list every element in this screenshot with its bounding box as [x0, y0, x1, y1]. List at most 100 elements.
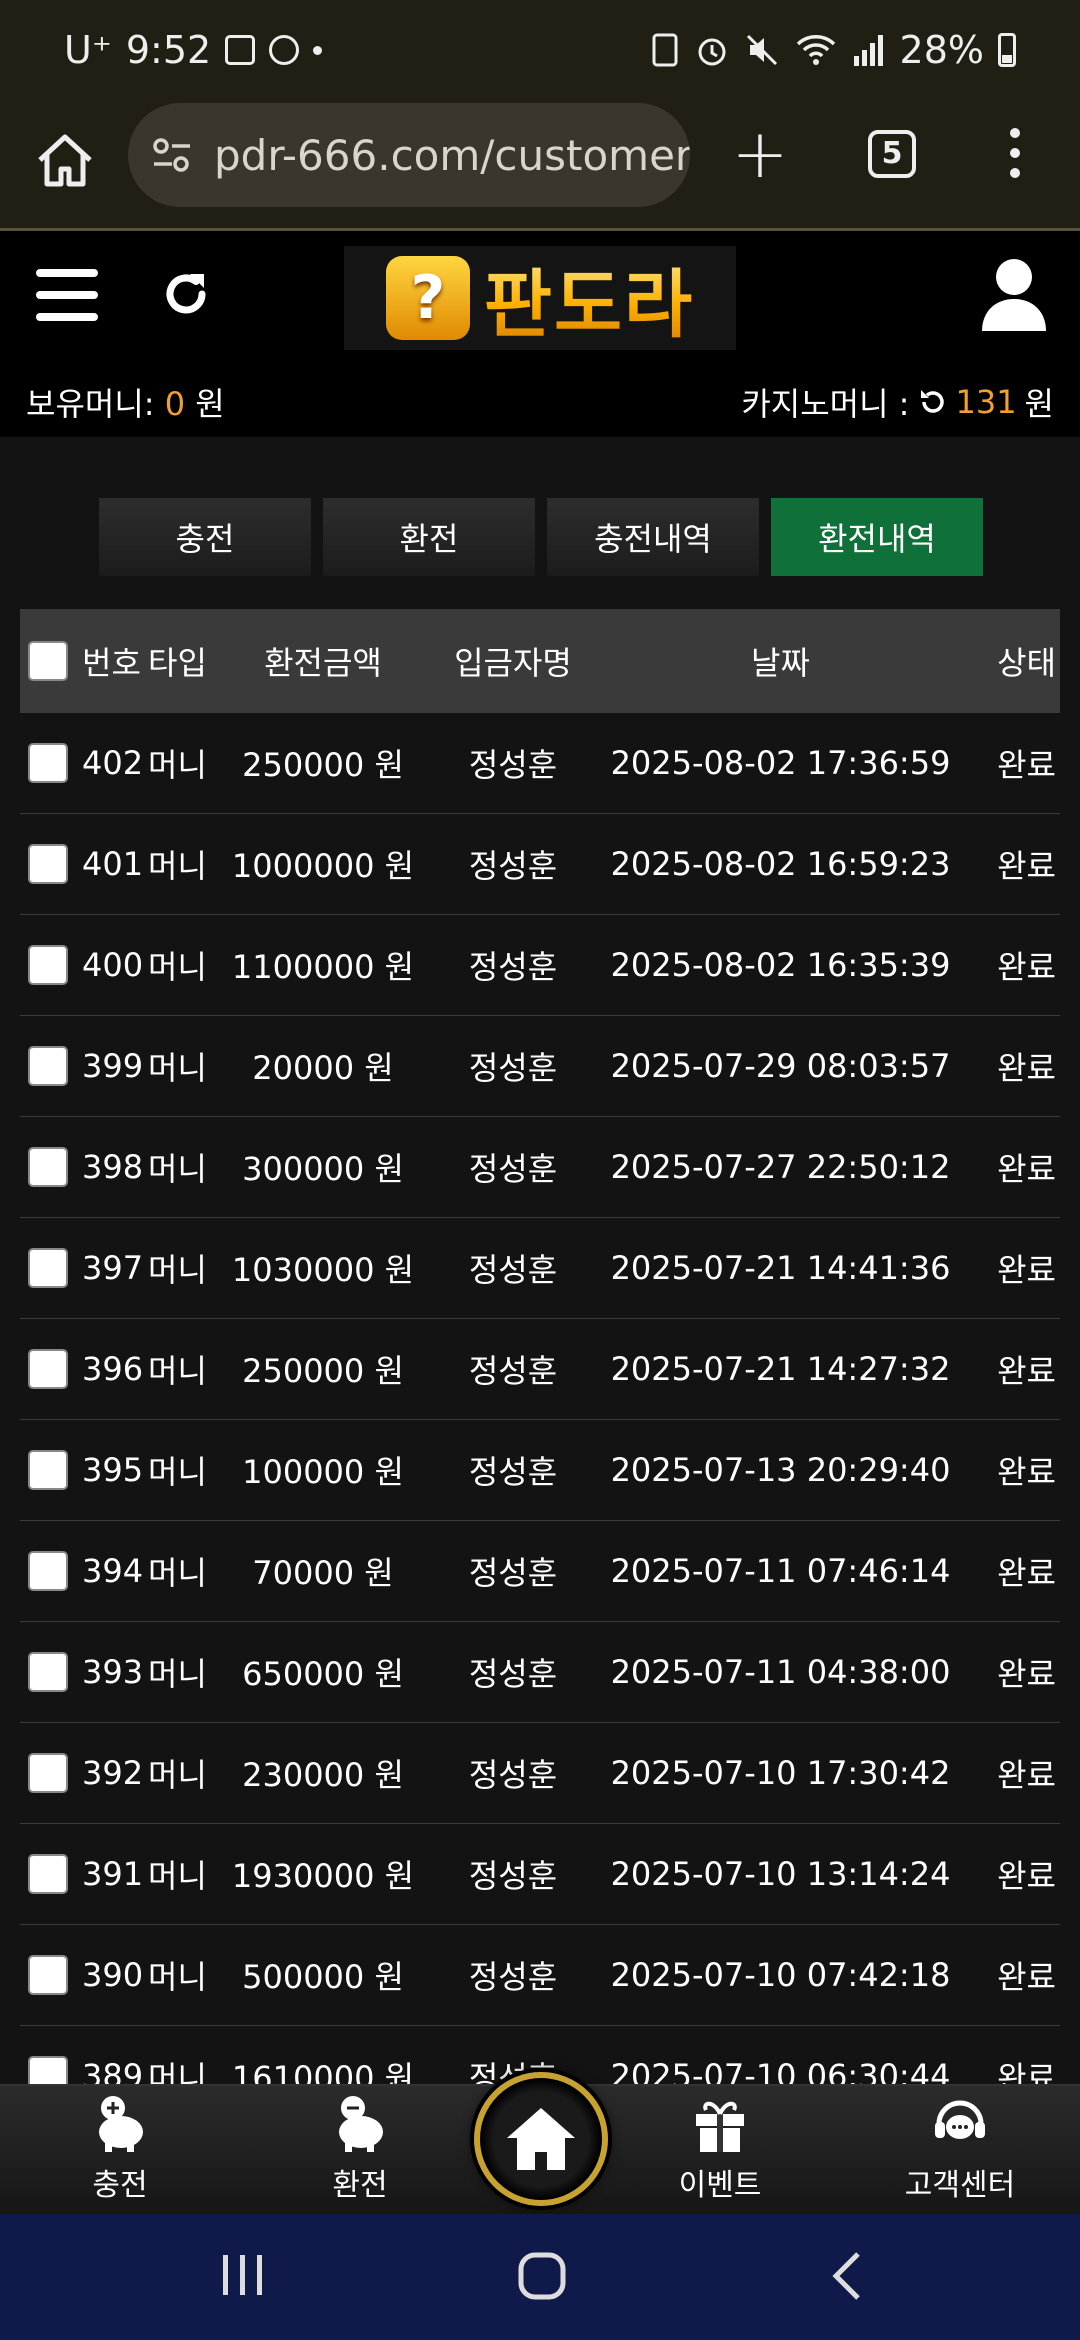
row-checkbox[interactable]	[28, 844, 68, 884]
row-status: 완료	[997, 847, 1056, 885]
row-date: 2025-07-11 07:46:14	[610, 1552, 951, 1590]
site-logo[interactable]: ? 판도라	[344, 246, 736, 350]
table-row[interactable]: 395 머니 100000 원 정성훈 2025-07-13 20:29:40 완료	[20, 1420, 1060, 1521]
row-no: 391	[82, 1855, 144, 1893]
table-row[interactable]: 391 머니 1930000 원 정성훈 2025-07-10 13:14:24 완료	[20, 1824, 1060, 1925]
table-header: 번호 타입 환전금액 입금자명 날짜 상태	[20, 609, 1060, 713]
wifi-icon	[796, 35, 835, 65]
row-no: 393	[82, 1653, 144, 1691]
tab-switcher-button[interactable]: 5	[868, 130, 916, 178]
user-icon[interactable]	[978, 255, 1050, 335]
row-depositor: 정성훈	[468, 1453, 558, 1491]
row-checkbox[interactable]	[28, 2056, 68, 2084]
row-status: 완료	[997, 1352, 1056, 1390]
carrier-label: U⁺	[64, 28, 112, 72]
row-amount: 300000 원	[242, 1150, 404, 1188]
bottom-nav-charge[interactable]: 충전	[60, 2086, 180, 2216]
signal-icon	[853, 35, 883, 66]
bottom-nav-support[interactable]: 고객센터	[900, 2086, 1020, 2216]
row-checkbox[interactable]	[28, 1753, 68, 1793]
browser-menu-icon[interactable]	[1000, 128, 1030, 184]
row-checkbox[interactable]	[28, 1450, 68, 1490]
row-type: 머니	[148, 2059, 207, 2084]
row-checkbox[interactable]	[28, 1955, 68, 1995]
row-checkbox[interactable]	[28, 1248, 68, 1288]
bottom-nav-exchange-label: 환전	[332, 2168, 388, 2203]
table-row[interactable]: 392 머니 230000 원 정성훈 2025-07-10 17:30:42 완료	[20, 1723, 1060, 1824]
bottom-nav-exchange[interactable]: 환전	[300, 2086, 420, 2216]
site-header: ? 판도라	[0, 231, 1080, 371]
row-no: 397	[82, 1249, 144, 1287]
row-depositor: 정성훈	[468, 1655, 558, 1693]
row-checkbox[interactable]	[28, 1854, 68, 1894]
tab-exchange[interactable]: 환전	[323, 498, 535, 576]
recent-apps-icon[interactable]	[218, 2250, 268, 2300]
gift-icon	[696, 2101, 744, 2152]
row-date: 2025-07-10 13:14:24	[610, 1855, 951, 1893]
row-type: 머니	[148, 1453, 207, 1491]
casino-refresh-icon[interactable]	[917, 387, 947, 417]
table-row[interactable]: 393 머니 650000 원 정성훈 2025-07-11 04:38:00 완료	[20, 1622, 1060, 1723]
holding-money-label: 보유머니:	[26, 385, 155, 423]
select-all-checkbox[interactable]	[28, 641, 68, 681]
refresh-icon[interactable]	[156, 264, 216, 324]
row-checkbox[interactable]	[28, 1551, 68, 1591]
bottom-nav-charge-label: 충전	[92, 2168, 148, 2203]
row-date: 2025-07-27 22:50:12	[610, 1148, 951, 1186]
row-amount: 230000 원	[242, 1756, 404, 1794]
row-no: 395	[82, 1451, 144, 1489]
row-date: 2025-07-10 17:30:42	[610, 1754, 951, 1792]
address-bar[interactable]: pdr-666.com/customer/	[128, 103, 690, 207]
row-status: 완료	[997, 1756, 1056, 1794]
charge-piggy-icon	[99, 2096, 143, 2152]
table-row[interactable]: 396 머니 250000 원 정성훈 2025-07-21 14:27:32 완료	[20, 1319, 1060, 1420]
table-row[interactable]: 390 머니 500000 원 정성훈 2025-07-10 07:42:18 완료	[20, 1925, 1060, 2026]
row-date: 2025-08-02 16:59:23	[610, 845, 951, 883]
row-checkbox[interactable]	[28, 1046, 68, 1086]
site-settings-icon[interactable]	[150, 133, 194, 177]
row-checkbox[interactable]	[28, 1147, 68, 1187]
row-depositor: 정성훈	[468, 1251, 558, 1289]
header-depositor: 입금자명	[454, 644, 572, 682]
casino-money-unit: 원	[1024, 385, 1054, 423]
system-home-icon[interactable]	[516, 2250, 568, 2302]
row-checkbox[interactable]	[28, 1652, 68, 1692]
menu-icon[interactable]	[36, 269, 98, 321]
row-date: 2025-07-21 14:27:32	[610, 1350, 951, 1388]
back-icon[interactable]	[826, 2250, 866, 2302]
table-row[interactable]: 400 머니 1100000 원 정성훈 2025-08-02 16:35:39 완료	[20, 915, 1060, 1016]
bottom-nav-event[interactable]: 이벤트	[660, 2086, 780, 2216]
header-status: 상태	[997, 644, 1056, 682]
browser-home-icon[interactable]	[30, 126, 100, 196]
home-icon	[507, 2108, 575, 2170]
row-amount: 1000000 원	[231, 847, 415, 885]
tab-charge[interactable]: 충전	[99, 498, 311, 576]
support-headset-icon	[935, 2100, 985, 2139]
row-checkbox[interactable]	[28, 1349, 68, 1389]
row-no: 390	[82, 1956, 144, 1994]
row-checkbox[interactable]	[28, 743, 68, 783]
table-row[interactable]: 398 머니 300000 원 정성훈 2025-07-27 22:50:12 완료	[20, 1117, 1060, 1218]
casino-money-value: 131	[955, 383, 1017, 421]
row-amount: 650000 원	[242, 1655, 404, 1693]
row-checkbox[interactable]	[28, 945, 68, 985]
row-no: 396	[82, 1350, 144, 1388]
table-row[interactable]: 401 머니 1000000 원 정성훈 2025-08-02 16:59:23 완료	[20, 814, 1060, 915]
row-type: 머니	[148, 1352, 207, 1390]
row-depositor: 정성훈	[468, 847, 558, 885]
row-depositor: 정성훈	[468, 1150, 558, 1188]
system-nav-bar	[0, 2214, 1080, 2340]
url-text: pdr-666.com/customer/	[214, 130, 690, 180]
row-type: 머니	[148, 1655, 207, 1693]
table-row[interactable]: 397 머니 1030000 원 정성훈 2025-07-21 14:41:36 완료	[20, 1218, 1060, 1319]
new-tab-button[interactable]: +	[730, 120, 790, 190]
casino-money: 카지노머니 : 131 원	[741, 379, 1054, 425]
tab-charge-history[interactable]: 충전내역	[547, 498, 759, 576]
table-row[interactable]: 399 머니 20000 원 정성훈 2025-07-29 08:03:57 완료	[20, 1016, 1060, 1117]
row-status: 완료	[997, 1655, 1056, 1693]
table-row[interactable]: 394 머니 70000 원 정성훈 2025-07-11 07:46:14 완료	[20, 1521, 1060, 1622]
row-depositor: 정성훈	[468, 1554, 558, 1592]
table-row[interactable]: 402 머니 250000 원 정성훈 2025-08-02 17:36:59 완료	[20, 713, 1060, 814]
bottom-nav-home-button[interactable]	[474, 2072, 608, 2206]
tab-exchange-history[interactable]: 환전내역	[771, 498, 983, 576]
